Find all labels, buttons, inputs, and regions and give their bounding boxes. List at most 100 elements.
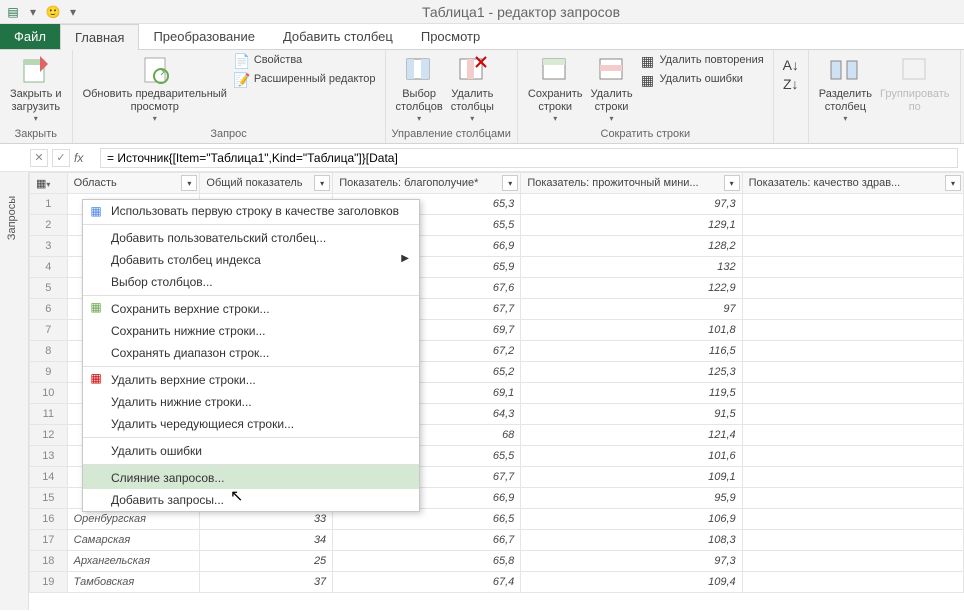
menu-use-first-row-headers[interactable]: ▦Использовать первую строку в качестве з… (83, 200, 419, 222)
row-number[interactable]: 16 (30, 509, 68, 530)
cell-value[interactable]: 109,4 (521, 572, 742, 593)
formula-input[interactable] (100, 148, 958, 168)
table-row[interactable]: 19Тамбовская3767,4109,4 (30, 572, 964, 593)
row-number[interactable]: 3 (30, 236, 68, 257)
cell-value[interactable] (742, 215, 963, 236)
column-filter-button[interactable]: ▾ (945, 175, 961, 191)
smiley-feedback-icon[interactable]: 🙂 (44, 3, 62, 21)
table-corner-button[interactable]: ▦▾ (30, 173, 68, 194)
column-filter-button[interactable]: ▾ (314, 175, 330, 191)
cell-value[interactable] (742, 299, 963, 320)
row-number[interactable]: 6 (30, 299, 68, 320)
cell-value[interactable]: 95,9 (521, 488, 742, 509)
remove-errors-button[interactable]: ▦ Удалить ошибки (637, 71, 767, 89)
menu-keep-bottom-rows[interactable]: Сохранить нижние строки... (83, 320, 419, 342)
cell-value[interactable]: 119,5 (521, 383, 742, 404)
cell-value[interactable] (742, 530, 963, 551)
row-number[interactable]: 15 (30, 488, 68, 509)
cell-value[interactable] (742, 488, 963, 509)
formula-accept[interactable]: ✓ (52, 149, 70, 167)
menu-append-queries[interactable]: Добавить запросы... (83, 489, 419, 511)
row-number[interactable]: 18 (30, 551, 68, 572)
column-header[interactable]: Показатель: качество здрав...▾ (742, 173, 963, 194)
keep-rows-button[interactable]: Сохранить строки ▾ (524, 52, 587, 126)
cell-value[interactable] (742, 341, 963, 362)
menu-remove-top-rows[interactable]: ▦Удалить верхние строки... (83, 366, 419, 391)
row-number[interactable]: 10 (30, 383, 68, 404)
column-header[interactable]: Показатель: благополучие*▾ (333, 173, 521, 194)
cell-value[interactable]: 109,1 (521, 467, 742, 488)
refresh-preview-button[interactable]: Обновить предварительный просмотр ▾ (79, 52, 231, 126)
cell-value[interactable] (742, 320, 963, 341)
properties-button[interactable]: 📄 Свойства (231, 52, 379, 70)
row-number[interactable]: 12 (30, 425, 68, 446)
cell-value[interactable]: 66,7 (333, 530, 521, 551)
row-number[interactable]: 4 (30, 257, 68, 278)
cell-value[interactable]: 97 (521, 299, 742, 320)
cell-value[interactable] (742, 257, 963, 278)
cell-value[interactable] (742, 551, 963, 572)
formula-cancel[interactable]: ✕ (30, 149, 48, 167)
column-filter-button[interactable]: ▾ (181, 175, 197, 191)
menu-merge-queries[interactable]: Слияние запросов... (83, 464, 419, 489)
cell-value[interactable]: 67,4 (333, 572, 521, 593)
close-and-load-button[interactable]: Закрыть и загрузить ▾ (6, 52, 66, 126)
row-number[interactable]: 5 (30, 278, 68, 299)
cell-area[interactable]: Самарская (67, 530, 200, 551)
tab-transform[interactable]: Преобразование (139, 24, 269, 49)
menu-remove-bottom-rows[interactable]: Удалить нижние строки... (83, 391, 419, 413)
cell-value[interactable] (742, 509, 963, 530)
table-row[interactable]: 17Самарская3466,7108,3 (30, 530, 964, 551)
cell-value[interactable] (742, 425, 963, 446)
cell-value[interactable]: 65,8 (333, 551, 521, 572)
sort-desc-button[interactable]: Z↓ (780, 75, 802, 93)
menu-add-custom-column[interactable]: Добавить пользовательский столбец... (83, 224, 419, 249)
row-number[interactable]: 19 (30, 572, 68, 593)
tab-view[interactable]: Просмотр (407, 24, 494, 49)
column-filter-button[interactable]: ▾ (502, 175, 518, 191)
remove-rows-button[interactable]: Удалить строки ▾ (587, 52, 637, 126)
cell-value[interactable]: 91,5 (521, 404, 742, 425)
cell-value[interactable]: 132 (521, 257, 742, 278)
group-by-button[interactable]: Группировать по (876, 52, 954, 116)
cell-area[interactable]: Архангельская (67, 551, 200, 572)
sort-asc-button[interactable]: A↓ (780, 56, 802, 74)
column-header[interactable]: Область▾ (67, 173, 200, 194)
tab-add-column[interactable]: Добавить столбец (269, 24, 407, 49)
close-load-dropdown[interactable]: ▾ (34, 114, 38, 124)
advanced-editor-button[interactable]: 📝 Расширенный редактор (231, 71, 379, 89)
menu-keep-range-rows[interactable]: Сохранять диапазон строк... (83, 342, 419, 364)
menu-choose-columns[interactable]: Выбор столбцов... (83, 271, 419, 293)
row-number[interactable]: 17 (30, 530, 68, 551)
cell-value[interactable]: 116,5 (521, 341, 742, 362)
menu-keep-top-rows[interactable]: ▦Сохранить верхние строки... (83, 295, 419, 320)
cell-value[interactable] (742, 404, 963, 425)
cell-value[interactable]: 129,1 (521, 215, 742, 236)
split-column-button[interactable]: Разделить столбец ▾ (815, 52, 876, 126)
cell-value[interactable] (742, 236, 963, 257)
row-number[interactable]: 7 (30, 320, 68, 341)
cell-value[interactable] (742, 572, 963, 593)
cell-value[interactable] (742, 278, 963, 299)
cell-value[interactable]: 121,4 (521, 425, 742, 446)
qat-dropdown-2[interactable]: ▾ (64, 3, 82, 21)
column-header[interactable]: Показатель: прожиточный мини...▾ (521, 173, 742, 194)
cell-value[interactable] (742, 194, 963, 215)
cell-value[interactable]: 125,3 (521, 362, 742, 383)
qat-dropdown[interactable]: ▾ (24, 3, 42, 21)
remove-duplicates-button[interactable]: ▦ Удалить повторения (637, 52, 767, 70)
cell-value[interactable]: 97,3 (521, 551, 742, 572)
cell-value[interactable]: 101,8 (521, 320, 742, 341)
cell-value[interactable]: 106,9 (521, 509, 742, 530)
row-number[interactable]: 8 (30, 341, 68, 362)
cell-value[interactable] (742, 362, 963, 383)
cell-value[interactable]: 25 (200, 551, 333, 572)
table-row[interactable]: 18Архангельская2565,897,3 (30, 551, 964, 572)
cell-value[interactable]: 37 (200, 572, 333, 593)
row-number[interactable]: 1 (30, 194, 68, 215)
choose-columns-button[interactable]: Выбор столбцов ▾ (392, 52, 447, 126)
cell-value[interactable]: 128,2 (521, 236, 742, 257)
queries-pane-collapsed[interactable]: Запросы (0, 172, 29, 610)
cell-value[interactable]: 108,3 (521, 530, 742, 551)
tab-file[interactable]: Файл (0, 24, 60, 49)
